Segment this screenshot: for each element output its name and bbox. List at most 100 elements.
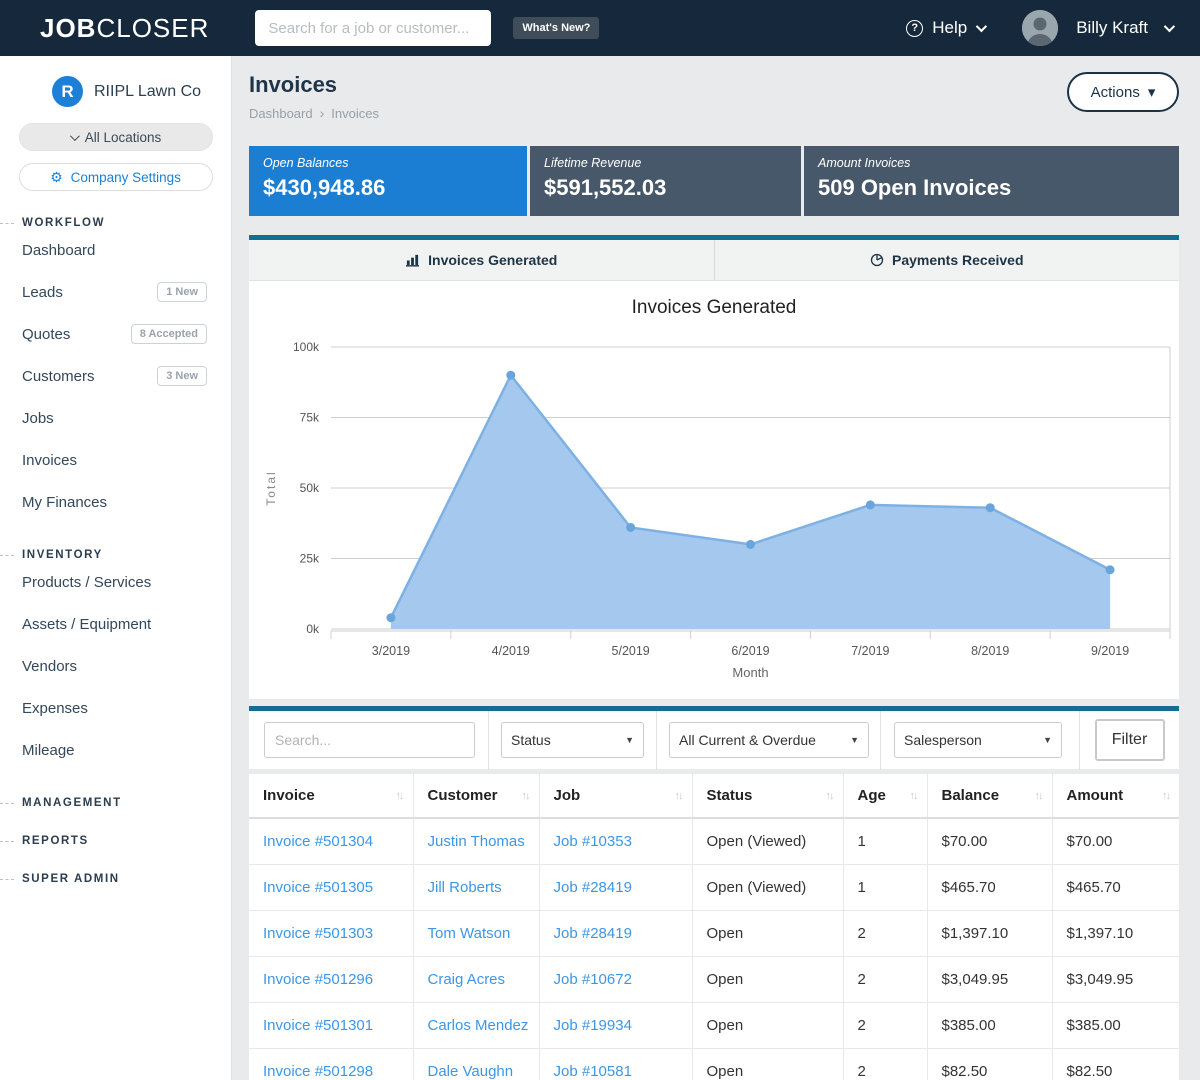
invoice-link[interactable]: Invoice #501304 [263,833,373,850]
all-locations-dropdown[interactable]: All Locations [19,123,213,151]
column-header-invoice[interactable]: Invoice↑↓ [249,774,413,818]
sidebar-item-dashboard[interactable]: Dashboard [0,229,231,271]
sort-icon[interactable]: ↑↓ [675,790,682,802]
invoice-link[interactable]: Invoice #501296 [263,971,373,988]
sidebar-item-label: Quotes [22,326,70,343]
invoice-link[interactable]: Invoice #501305 [263,879,373,896]
user-name[interactable]: Billy Kraft [1076,18,1148,38]
section-label: WORKFLOW [22,217,105,229]
sidebar-item-invoices[interactable]: Invoices [0,439,231,481]
svg-text:100k: 100k [293,340,320,354]
caret-down-icon: ▼ [850,735,859,745]
column-label: Age [858,787,886,804]
sidebar-section-super-admin: SUPER ADMIN [0,873,231,885]
app-logo: JOBCLOSER [40,13,209,44]
column-header-status[interactable]: Status↑↓ [692,774,843,818]
job-link[interactable]: Job #10581 [554,1063,632,1080]
sort-icon[interactable]: ↑↓ [1162,790,1169,802]
sidebar-item-expenses[interactable]: Expenses [0,687,231,729]
job-link[interactable]: Job #10672 [554,971,632,988]
status-select[interactable]: Status ▼ [501,722,644,758]
invoice-link[interactable]: Invoice #501298 [263,1063,373,1080]
sidebar-item-label: Leads [22,284,63,301]
age-cell: 1 [843,864,927,910]
svg-text:Month: Month [732,665,768,680]
column-header-balance[interactable]: Balance↑↓ [927,774,1052,818]
sidebar-item-leads[interactable]: Leads 1 New [0,271,231,313]
column-header-job[interactable]: Job↑↓ [539,774,692,818]
table-search-input[interactable] [264,722,475,758]
current-overdue-select[interactable]: All Current & Overdue ▼ [669,722,869,758]
customer-link[interactable]: Carlos Mendez [428,1017,529,1034]
sidebar-item-vendors[interactable]: Vendors [0,645,231,687]
top-navbar: JOBCLOSER What's New? ? Help Billy Kraft [0,0,1200,56]
company-settings-button[interactable]: ⚙ Company Settings [19,163,213,191]
sidebar-item-quotes[interactable]: Quotes8 Accepted [0,313,231,355]
column-header-age[interactable]: Age ↑↓ [843,774,927,818]
sort-icon[interactable]: ↑↓ [1035,790,1042,802]
breadcrumb-dashboard[interactable]: Dashboard [249,106,313,121]
age-cell: 2 [843,910,927,956]
actions-button[interactable]: Actions ▾ [1067,72,1179,112]
stat-card-open-balances: Open Balances$430,948.86 [249,146,527,216]
help-menu[interactable]: ? Help [906,18,984,38]
balance-cell: $70.00 [927,818,1052,864]
amount-cell: $70.00 [1052,818,1179,864]
sidebar-item-label: Vendors [22,658,77,675]
whats-new-button[interactable]: What's New? [513,17,599,39]
customer-link[interactable]: Jill Roberts [428,879,502,896]
balance-cell: $385.00 [927,1002,1052,1048]
invoice-link[interactable]: Invoice #501301 [263,1017,373,1034]
job-link[interactable]: Job #19934 [554,1017,632,1034]
sidebar-item-customers[interactable]: Customers3 New [0,355,231,397]
sidebar-item-label: Jobs [22,410,54,427]
sidebar-item-label: Dashboard [22,242,95,259]
job-link[interactable]: Job #10353 [554,833,632,850]
salesperson-select[interactable]: Salesperson ▼ [894,722,1062,758]
job-link[interactable]: Job #28419 [554,925,632,942]
breadcrumb-chevron-icon: › [320,105,325,121]
caret-down-icon: ▾ [1148,83,1156,101]
sidebar-item-badge: 1 New [157,282,207,302]
sort-icon[interactable]: ↑↓ [910,790,917,802]
tab-label: Payments Received [892,252,1024,268]
invoice-link[interactable]: Invoice #501303 [263,925,373,942]
sort-icon[interactable]: ↑↓ [522,790,529,802]
company-settings-label: Company Settings [71,170,181,185]
customer-link[interactable]: Craig Acres [428,971,506,988]
sidebar-item-mileage[interactable]: Mileage [0,729,231,771]
current-overdue-value: All Current & Overdue [679,732,816,748]
sidebar-item-my-finances[interactable]: My Finances [0,481,231,523]
balance-cell: $3,049.95 [927,956,1052,1002]
sidebar-item-assets-equipment[interactable]: Assets / Equipment [0,603,231,645]
job-link[interactable]: Job #28419 [554,879,632,896]
tab-payments-received[interactable]: Payments Received [714,240,1180,280]
sidebar: R RIIPL Lawn Co All Locations ⚙ Company … [0,56,232,1080]
chevron-down-icon[interactable] [1164,21,1175,32]
sidebar-item-products-services[interactable]: Products / Services [0,561,231,603]
sort-icon[interactable]: ↑↓ [826,790,833,802]
tab-invoices-generated[interactable]: Invoices Generated [249,240,714,280]
column-header-customer[interactable]: Customer ↑↓ [413,774,539,818]
pie-chart-icon [870,253,884,267]
svg-text:25k: 25k [300,552,320,566]
sort-icon[interactable]: ↑↓ [396,790,403,802]
sidebar-item-jobs[interactable]: Jobs [0,397,231,439]
sidebar-item-label: Invoices [22,452,77,469]
section-label: MANAGEMENT [22,797,122,809]
company-name: RIIPL Lawn Co [94,83,201,101]
customer-link[interactable]: Tom Watson [428,925,511,942]
amount-cell: $3,049.95 [1052,956,1179,1002]
column-label: Customer [428,787,498,804]
customer-link[interactable]: Justin Thomas [428,833,525,850]
sidebar-section-inventory: INVENTORY [0,549,231,561]
chevron-down-icon [976,21,987,32]
column-header-amount[interactable]: Amount↑↓ [1052,774,1179,818]
user-avatar[interactable] [1022,10,1058,46]
gear-icon: ⚙ [50,170,63,184]
customer-link[interactable]: Dale Vaughn [428,1063,514,1080]
sidebar-item-label: Mileage [22,742,75,759]
amount-cell: $1,397.10 [1052,910,1179,956]
global-search-input[interactable] [255,10,491,46]
filter-button[interactable]: Filter [1095,719,1165,761]
